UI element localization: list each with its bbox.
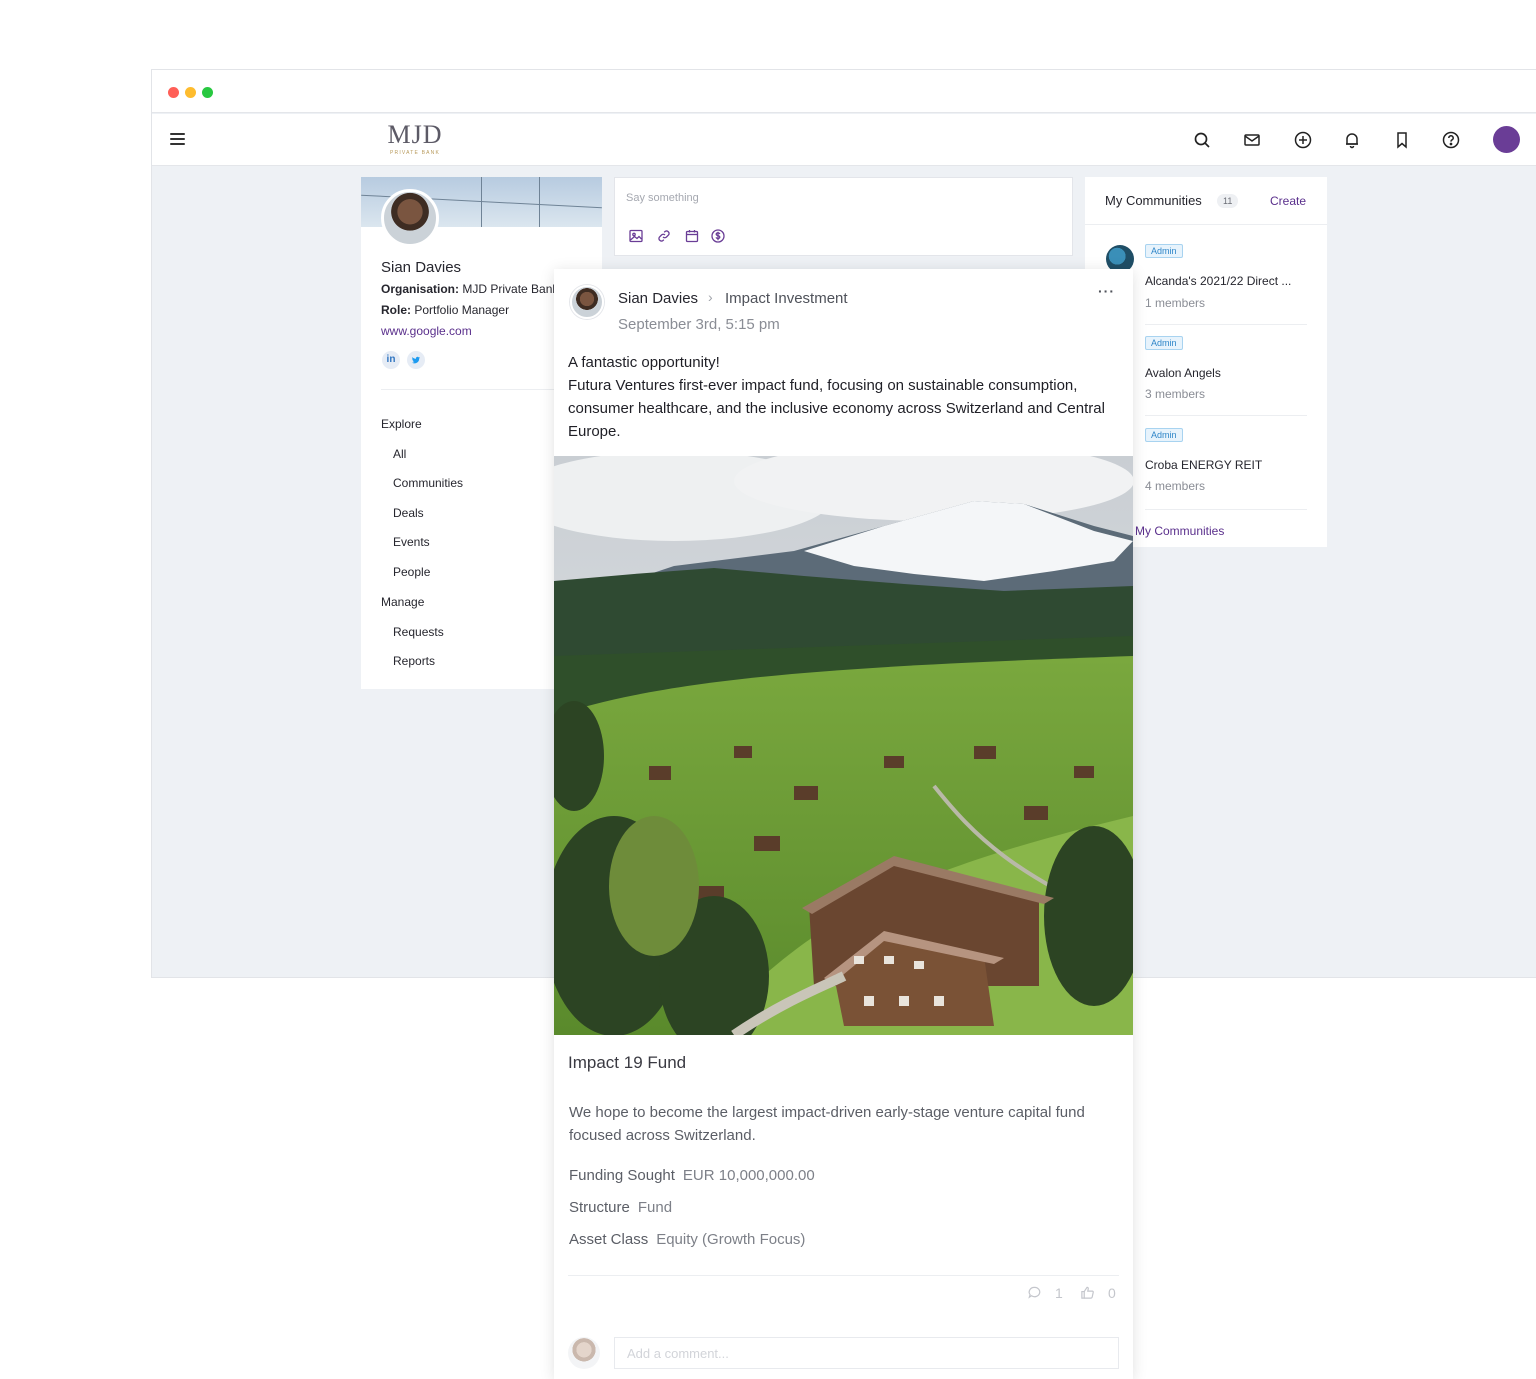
- post-date: September 3rd, 5:15 pm: [618, 316, 780, 333]
- logo-subtext: PRIVATE BANK: [389, 150, 441, 156]
- post-author-name[interactable]: Sian Davies: [618, 290, 698, 307]
- comment-input[interactable]: [614, 1337, 1119, 1369]
- deal-structure-row: Structure Fund: [569, 1199, 673, 1216]
- deal-description: We hope to become the largest impact-dri…: [569, 1104, 1085, 1144]
- twitter-icon[interactable]: [407, 351, 425, 369]
- link-icon[interactable]: [656, 228, 672, 244]
- post-body-line: A fantastic opportunity!: [568, 354, 720, 371]
- composer-placeholder[interactable]: Say something: [626, 192, 699, 204]
- admin-badge: Admin: [1145, 336, 1183, 350]
- deal-funding-row: Funding Sought EUR 10,000,000.00: [569, 1167, 815, 1184]
- menu-item-all[interactable]: All: [393, 447, 406, 461]
- community-separator: [1145, 324, 1307, 325]
- menu-item-deals[interactable]: Deals: [393, 506, 424, 520]
- comment-count: 1: [1055, 1285, 1063, 1301]
- deal-asset-class-row: Asset Class Equity (Growth Focus): [569, 1231, 806, 1248]
- chevron-right-icon: ›: [708, 289, 713, 305]
- post-group-name[interactable]: Impact Investment: [725, 290, 848, 307]
- like-icon[interactable]: [1080, 1285, 1095, 1300]
- community-separator: [1145, 415, 1307, 416]
- brand-logo[interactable]: MJD PRIVATE BANK: [384, 120, 446, 156]
- commenter-avatar: [568, 1337, 600, 1369]
- community-name[interactable]: Alcanda's 2021/22 Direct ...: [1145, 274, 1291, 288]
- post-card: Sian Davies › Impact Investment Septembe…: [554, 269, 1133, 1379]
- post-composer[interactable]: Say something: [614, 177, 1073, 256]
- linkedin-icon[interactable]: in: [382, 351, 400, 369]
- comment-icon[interactable]: [1027, 1285, 1042, 1300]
- user-avatar[interactable]: [1493, 126, 1520, 153]
- menu-icon[interactable]: [170, 133, 185, 145]
- calendar-icon[interactable]: [684, 228, 700, 244]
- community-separator: [1145, 509, 1307, 510]
- like-count: 0: [1108, 1285, 1116, 1301]
- create-community-button[interactable]: Create: [1270, 194, 1306, 208]
- maximize-window-button[interactable]: [202, 87, 213, 98]
- my-communities-link[interactable]: My Communities: [1135, 524, 1224, 538]
- post-image[interactable]: [554, 456, 1133, 1035]
- profile-role: Role: Portfolio Manager: [381, 303, 510, 317]
- title-bar: [152, 70, 1536, 113]
- menu-item-requests[interactable]: Requests: [393, 625, 444, 639]
- community-name[interactable]: Avalon Angels: [1145, 366, 1221, 380]
- explore-heading: Explore: [381, 417, 422, 431]
- mail-icon[interactable]: [1242, 130, 1262, 150]
- community-members: 3 members: [1145, 387, 1206, 401]
- post-body: A fantastic opportunity! Futura Ventures…: [568, 351, 1120, 443]
- top-navbar: MJD PRIVATE BANK: [152, 114, 1536, 166]
- more-options-icon[interactable]: ···: [1098, 283, 1115, 299]
- logo-text: MJD: [387, 120, 443, 149]
- post-author-avatar[interactable]: [570, 285, 604, 319]
- profile-divider: [381, 389, 581, 390]
- bookmark-icon[interactable]: [1392, 130, 1412, 150]
- help-icon[interactable]: [1441, 130, 1461, 150]
- post-divider: [568, 1275, 1119, 1276]
- communities-count-badge: 11: [1217, 194, 1239, 208]
- menu-item-communities[interactable]: Communities: [393, 476, 463, 490]
- dollar-icon[interactable]: [710, 228, 726, 244]
- menu-item-people[interactable]: People: [393, 565, 430, 579]
- community-members: 4 members: [1145, 479, 1206, 493]
- close-window-button[interactable]: [168, 87, 179, 98]
- profile-name: Sian Davies: [381, 259, 462, 276]
- communities-divider: [1085, 224, 1327, 225]
- post-body-line: Futura Ventures first-ever impact fund, …: [568, 377, 1105, 440]
- admin-badge: Admin: [1145, 428, 1183, 442]
- search-icon[interactable]: [1192, 130, 1212, 150]
- profile-website-link[interactable]: www.google.com: [381, 324, 472, 338]
- deal-title[interactable]: Impact 19 Fund: [568, 1053, 686, 1073]
- menu-item-events[interactable]: Events: [393, 535, 430, 549]
- minimize-window-button[interactable]: [185, 87, 196, 98]
- manage-heading: Manage: [381, 595, 425, 609]
- profile-avatar[interactable]: [381, 189, 439, 247]
- menu-item-reports[interactable]: Reports: [393, 654, 435, 668]
- image-icon[interactable]: [628, 228, 644, 244]
- admin-badge: Admin: [1145, 244, 1183, 258]
- profile-organisation: Organisation: MJD Private Bank: [381, 282, 559, 296]
- community-name[interactable]: Croba ENERGY REIT: [1145, 458, 1262, 472]
- plus-circle-icon[interactable]: [1293, 130, 1313, 150]
- communities-title: My Communities: [1105, 193, 1202, 208]
- bell-icon[interactable]: [1342, 130, 1362, 150]
- community-members: 1 members: [1145, 296, 1206, 310]
